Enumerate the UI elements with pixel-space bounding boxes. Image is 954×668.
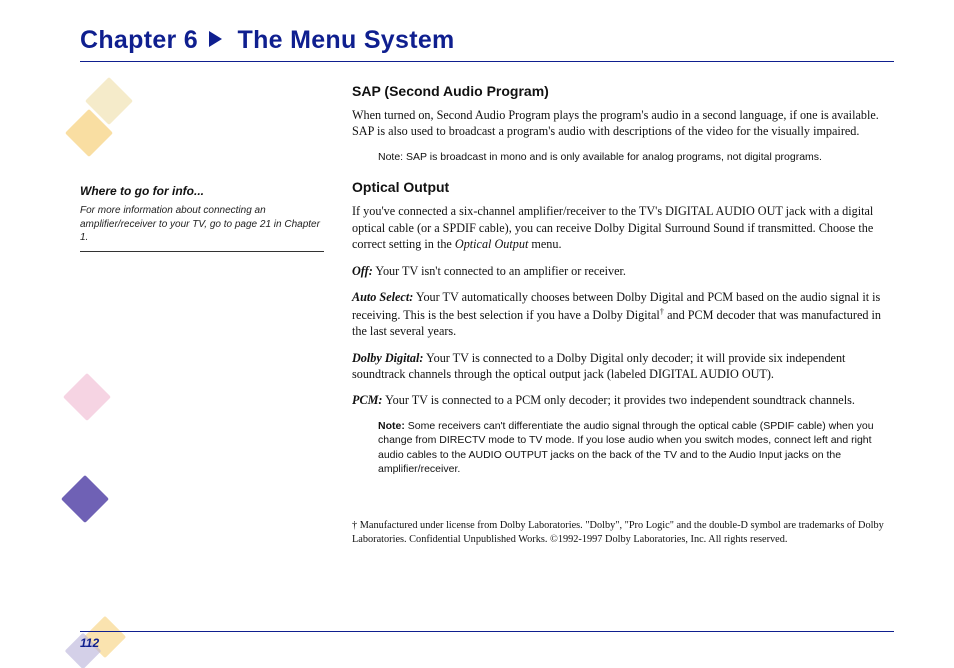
option-auto-label: Auto Select: — [352, 290, 413, 304]
option-pcm-text: Your TV is connected to a PCM only decod… — [382, 393, 854, 407]
page-number: 112 — [80, 636, 99, 650]
chapter-title: Chapter 6 The Menu System — [80, 26, 894, 55]
option-dolby: Dolby Digital: Your TV is connected to a… — [352, 350, 894, 383]
chapter-name: The Menu System — [238, 26, 455, 54]
optical-intro-post: menu. — [528, 237, 561, 251]
option-off-label: Off: — [352, 264, 373, 278]
optical-intro-ital: Optical Output — [455, 237, 528, 251]
optical-note: Note: Some receivers can't differentiate… — [378, 419, 886, 477]
sap-paragraph: When turned on, Second Audio Program pla… — [352, 107, 894, 140]
main-content: SAP (Second Audio Program) When turned o… — [352, 80, 894, 557]
optical-note-body: Some receivers can't differentiate the a… — [378, 420, 874, 475]
sidebar-heading: Where to go for info... — [80, 184, 330, 198]
content-columns: Where to go for info... For more informa… — [80, 80, 894, 557]
option-pcm: PCM: Your TV is connected to a PCM only … — [352, 392, 894, 408]
dolby-footnote: † Manufactured under license from Dolby … — [352, 519, 894, 547]
option-dolby-text: Your TV is connected to a Dolby Digital … — [352, 351, 845, 381]
footer-divider — [80, 631, 894, 632]
page: Chapter 6 The Menu System Where to go fo… — [0, 0, 954, 668]
optical-intro-pre: If you've connected a six-channel amplif… — [352, 204, 873, 251]
optical-note-label: Note: — [378, 420, 405, 432]
sidebar: Where to go for info... For more informa… — [80, 80, 330, 557]
title-divider — [80, 61, 894, 62]
triangle-icon — [209, 31, 222, 47]
option-auto: Auto Select: Your TV automatically choos… — [352, 289, 894, 339]
section-heading-optical: Optical Output — [352, 178, 894, 197]
option-dolby-label: Dolby Digital: — [352, 351, 423, 365]
section-heading-sap: SAP (Second Audio Program) — [352, 82, 894, 101]
sap-note: Note: SAP is broadcast in mono and is on… — [378, 150, 886, 164]
option-pcm-label: PCM: — [352, 393, 382, 407]
option-off: Off: Your TV isn't connected to an ampli… — [352, 263, 894, 279]
option-off-text: Your TV isn't connected to an amplifier … — [373, 264, 626, 278]
chapter-prefix: Chapter 6 — [80, 26, 198, 54]
sidebar-spacer — [80, 80, 330, 184]
sidebar-body: For more information about connecting an… — [80, 204, 324, 252]
optical-intro: If you've connected a six-channel amplif… — [352, 203, 894, 252]
